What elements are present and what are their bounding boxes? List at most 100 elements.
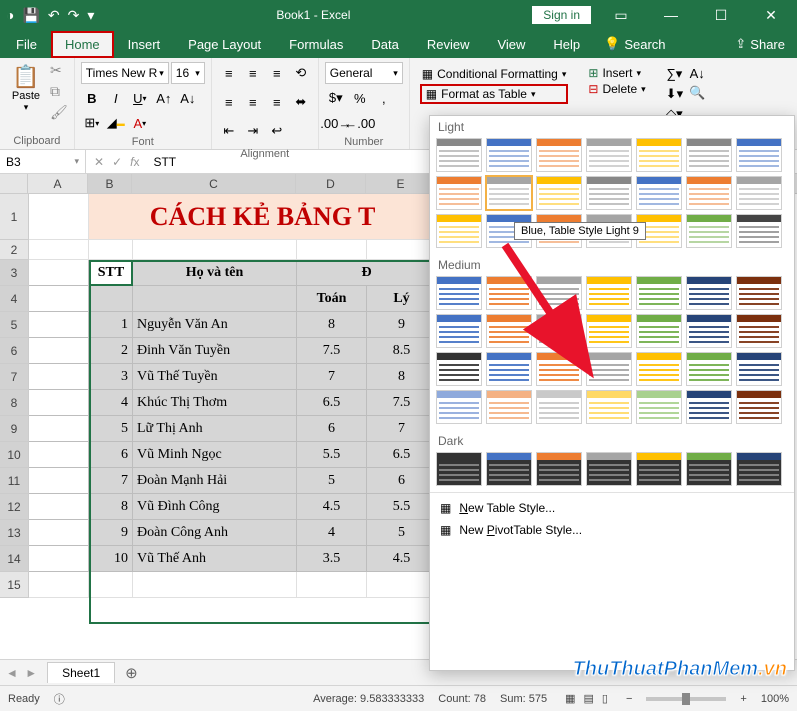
align-left-icon[interactable]: ≡ — [218, 91, 240, 113]
paste-button[interactable]: 📋 Paste ▾ — [6, 62, 46, 113]
cell-stt[interactable]: 2 — [89, 338, 133, 364]
tab-view[interactable]: View — [483, 31, 539, 58]
table-style-swatch[interactable] — [736, 452, 782, 486]
row-header-5[interactable]: 5 — [0, 312, 28, 338]
minimize-icon[interactable]: ― — [651, 7, 691, 23]
cell-ly[interactable]: 5 — [367, 520, 437, 546]
col-header-c[interactable]: C — [132, 174, 296, 193]
cell-ly[interactable]: 7.5 — [367, 390, 437, 416]
wrap-text-icon[interactable]: ↩ — [266, 120, 288, 142]
table-style-swatch[interactable] — [536, 352, 582, 386]
sheet-tab-sheet1[interactable]: Sheet1 — [47, 662, 115, 683]
tab-insert[interactable]: Insert — [114, 31, 175, 58]
row-header-3[interactable]: 3 — [0, 260, 28, 286]
title-banner[interactable]: CÁCH KẺ BẢNG T — [89, 194, 437, 240]
row-header-1[interactable]: 1 — [0, 194, 28, 240]
qat-customize-icon[interactable]: ▾ — [87, 7, 94, 24]
table-style-swatch[interactable] — [536, 390, 582, 424]
table-style-swatch[interactable] — [586, 276, 632, 310]
table-style-swatch[interactable] — [736, 352, 782, 386]
cell-ly[interactable]: 5.5 — [367, 494, 437, 520]
table-style-swatch[interactable] — [636, 276, 682, 310]
share-button[interactable]: ⇪ Share — [725, 30, 795, 58]
cell-toan[interactable]: 4.5 — [297, 494, 367, 520]
save-icon[interactable]: 💾 — [22, 7, 39, 24]
col-header-d[interactable]: D — [296, 174, 366, 193]
copy-icon[interactable]: ⧉ — [50, 83, 68, 100]
cell-name[interactable]: Lữ Thị Anh — [133, 416, 297, 442]
table-style-swatch[interactable] — [736, 390, 782, 424]
table-style-swatch[interactable] — [636, 138, 682, 172]
cell-stt[interactable]: 10 — [89, 546, 133, 572]
font-size-combo[interactable]: 16▾ — [171, 62, 205, 84]
align-center-icon[interactable]: ≡ — [242, 91, 264, 113]
new-sheet-button[interactable]: ⊕ — [115, 664, 148, 682]
header-hoten[interactable]: Họ và tên — [133, 260, 297, 286]
cell-stt[interactable]: 6 — [89, 442, 133, 468]
cell-stt[interactable]: 1 — [89, 312, 133, 338]
redo-icon[interactable]: ↷ — [68, 7, 80, 24]
tab-page-layout[interactable]: Page Layout — [174, 31, 275, 58]
sort-filter-icon[interactable]: A↓ — [690, 66, 705, 81]
table-style-swatch[interactable] — [486, 314, 532, 348]
accounting-format-icon[interactable]: $▾ — [325, 87, 347, 109]
table-style-swatch[interactable] — [686, 352, 732, 386]
name-box[interactable]: B3▾ — [0, 150, 86, 173]
delete-cells-button[interactable]: ⊟Delete▾ — [588, 82, 645, 96]
insert-cells-button[interactable]: ⊞Insert▾ — [588, 66, 645, 80]
cell-toan[interactable]: 4 — [297, 520, 367, 546]
fx-icon[interactable]: fx — [130, 155, 139, 169]
row-header-2[interactable]: 2 — [0, 240, 28, 260]
table-style-swatch[interactable] — [636, 352, 682, 386]
fill-color-button[interactable]: ◢▬ — [105, 112, 127, 134]
table-style-swatch[interactable] — [686, 452, 732, 486]
table-style-swatch[interactable] — [436, 390, 482, 424]
select-all-corner[interactable] — [0, 174, 28, 193]
cell-stt[interactable]: 3 — [89, 364, 133, 390]
cell-toan[interactable]: 6 — [297, 416, 367, 442]
table-style-swatch[interactable] — [686, 314, 732, 348]
font-color-button[interactable]: A▾ — [129, 112, 151, 134]
align-middle-icon[interactable]: ≡ — [242, 62, 264, 84]
cell-name[interactable]: Đoàn Công Anh — [133, 520, 297, 546]
row-header-7[interactable]: 7 — [0, 364, 28, 390]
autosave-toggle-icon[interactable]: ◑ — [6, 7, 14, 23]
table-style-swatch[interactable] — [686, 138, 732, 172]
row-header-4[interactable]: 4 — [0, 286, 28, 312]
row-header-9[interactable]: 9 — [0, 416, 28, 442]
tab-data[interactable]: Data — [357, 31, 412, 58]
align-right-icon[interactable]: ≡ — [266, 91, 288, 113]
row-header-11[interactable]: 11 — [0, 468, 28, 494]
enter-formula-icon[interactable]: ✓ — [112, 155, 122, 169]
align-top-icon[interactable]: ≡ — [218, 62, 240, 84]
row-header-10[interactable]: 10 — [0, 442, 28, 468]
merge-center-icon[interactable]: ⬌ — [290, 91, 312, 113]
table-style-swatch[interactable] — [736, 138, 782, 172]
table-style-swatch[interactable] — [686, 214, 732, 248]
tell-me-search[interactable]: 💡 Search — [594, 30, 675, 58]
cell-name[interactable]: Vũ Thế Anh — [133, 546, 297, 572]
cell-toan[interactable]: 7 — [297, 364, 367, 390]
tab-help[interactable]: Help — [539, 31, 594, 58]
col-header-e[interactable]: E — [366, 174, 436, 193]
cancel-formula-icon[interactable]: ✕ — [94, 155, 104, 169]
table-style-swatch[interactable] — [436, 214, 482, 248]
table-style-swatch[interactable] — [536, 452, 582, 486]
decrease-decimal-icon[interactable]: ←.00 — [349, 112, 371, 134]
font-name-combo[interactable]: Times New R▾ — [81, 62, 169, 84]
cell-toan[interactable]: 5 — [297, 468, 367, 494]
comma-format-icon[interactable]: , — [373, 87, 395, 109]
table-style-swatch[interactable] — [636, 176, 682, 210]
cell-stt[interactable]: 8 — [89, 494, 133, 520]
format-painter-icon[interactable]: 🖌 — [50, 104, 68, 121]
header-toan[interactable]: Toán — [297, 286, 367, 312]
cell-stt[interactable]: 5 — [89, 416, 133, 442]
zoom-in-icon[interactable]: + — [740, 693, 746, 705]
table-style-swatch[interactable] — [736, 276, 782, 310]
sign-in-button[interactable]: Sign in — [532, 6, 591, 24]
table-style-swatch[interactable] — [486, 176, 532, 210]
find-select-icon[interactable]: 🔍 — [689, 85, 705, 101]
table-style-swatch[interactable] — [436, 176, 482, 210]
header-diem[interactable]: Đ — [297, 260, 437, 286]
table-style-swatch[interactable] — [586, 352, 632, 386]
